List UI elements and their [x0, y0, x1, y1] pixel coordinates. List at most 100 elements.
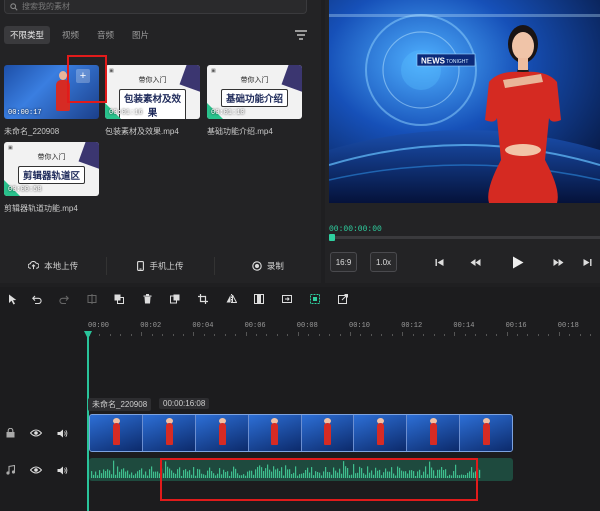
video-clip[interactable] — [89, 414, 513, 452]
green-screen-button[interactable] — [309, 293, 321, 305]
playback-progress[interactable] — [329, 234, 600, 241]
crop-button[interactable] — [197, 293, 209, 305]
filmstrip-button[interactable] — [253, 293, 265, 305]
rewind-button[interactable] — [468, 252, 482, 272]
copy-icon — [114, 294, 124, 304]
progress-handle[interactable] — [329, 234, 335, 241]
media-duration: 00:00:17 — [8, 109, 42, 117]
tab-video[interactable]: 视频 — [56, 26, 85, 44]
media-thumbnail[interactable]: ▣ 带你入门 剪辑器轨道区 00:00:58 — [4, 142, 99, 196]
waveform-bar — [121, 469, 123, 478]
ruler-tick — [391, 334, 393, 336]
export-clip-button[interactable] — [337, 293, 349, 305]
local-upload-button[interactable]: 本地上传 — [0, 256, 108, 275]
music-note-icon — [4, 464, 16, 476]
ruler-tick — [475, 334, 477, 336]
tab-all-types[interactable]: 不限类型 — [4, 26, 51, 44]
news-brand-text: NEWS — [421, 57, 446, 66]
green-screen-icon — [310, 294, 320, 304]
freeze-frame-button[interactable] — [169, 293, 181, 305]
delete-button[interactable] — [141, 293, 153, 305]
ruler-tick — [162, 334, 164, 336]
search-box[interactable] — [4, 0, 307, 14]
ruler-tick — [517, 334, 519, 336]
media-card[interactable]: ▣ 带你入门 剪辑器轨道区 00:00:58 剪辑器轨道功能.mp4 — [4, 142, 99, 214]
fast-forward-button[interactable] — [551, 252, 565, 272]
clip-name-label: 未命名_220908 — [88, 398, 152, 411]
waveform-bar — [153, 471, 155, 478]
select-tool-button[interactable] — [4, 293, 20, 305]
waveform-bar — [97, 475, 99, 478]
volume-icon[interactable] — [56, 464, 68, 476]
media-name: 未命名_220908 — [4, 127, 60, 136]
skip-to-end-button[interactable] — [580, 252, 594, 272]
skip-to-start-button[interactable] — [432, 252, 446, 272]
media-duration: 00:01:16 — [109, 109, 143, 117]
export-frame-button[interactable] — [281, 293, 293, 305]
media-thumbnail[interactable]: ▣ 带你入门 基础功能介绍 00:01:10 — [207, 65, 302, 119]
tab-audio[interactable]: 音频 — [91, 26, 120, 44]
waveform-bar — [139, 469, 141, 478]
video-preview[interactable]: NEWS TONIGHT — [329, 0, 600, 203]
split-button[interactable] — [86, 293, 98, 305]
waveform-bar — [149, 469, 151, 478]
ruler-tick-label: 00:06 — [244, 322, 266, 330]
waveform-bar — [95, 471, 97, 478]
record-button[interactable]: 录制 — [215, 257, 321, 275]
volume-icon[interactable] — [56, 427, 68, 439]
media-card[interactable]: ▣ 带你入门 包装素材及效果 00:01:16 包装素材及效果.mp4 — [105, 65, 200, 137]
aspect-ratio-button[interactable]: 16:9 — [330, 252, 357, 272]
play-icon — [513, 256, 524, 268]
redo-button[interactable] — [58, 293, 70, 305]
media-card[interactable]: ▣ 带你入门 基础功能介绍 00:01:10 基础功能介绍.mp4 — [207, 65, 302, 137]
copy-button[interactable] — [113, 293, 125, 305]
ruler-tick — [297, 332, 299, 336]
ruler-tick — [579, 334, 581, 336]
highlight-box-audio — [160, 458, 478, 501]
ruler-tick-label: 00:04 — [192, 322, 214, 330]
waveform-bar — [105, 471, 107, 478]
mirror-button[interactable] — [225, 293, 237, 305]
playback-speed-button[interactable]: 1.0x — [370, 252, 397, 272]
ruler-tick-label: 00:16 — [505, 322, 527, 330]
upload-bar: 本地上传 手机上传 录制 — [0, 248, 321, 283]
waveform-bar — [113, 460, 115, 478]
ruler-tick — [537, 334, 539, 336]
clip-frame — [142, 415, 196, 451]
phone-upload-button[interactable]: 手机上传 — [107, 256, 215, 275]
logo-icon: ▣ — [8, 145, 13, 151]
waveform-bar — [157, 471, 159, 478]
ruler-tick — [433, 334, 435, 336]
mirror-icon — [226, 294, 237, 304]
eye-icon[interactable] — [30, 427, 42, 439]
ruler-tick — [370, 334, 372, 336]
ruler-tick — [381, 334, 383, 336]
ruler-tick — [454, 332, 456, 336]
ruler-tick — [276, 334, 278, 336]
cursor-icon — [8, 294, 16, 304]
play-button[interactable] — [510, 252, 526, 272]
media-duration: 00:01:10 — [211, 109, 245, 117]
ruler-tick — [527, 334, 529, 336]
thumb-caption: 带你入门 — [138, 77, 167, 84]
ruler-tick — [339, 334, 341, 336]
media-name: 剪辑器轨道功能.mp4 — [4, 204, 78, 213]
thumb-caption: 带你入门 — [37, 154, 66, 161]
tab-image[interactable]: 图片 — [126, 26, 155, 44]
video-track-controls — [4, 427, 68, 439]
ruler-tick-label: 00:08 — [296, 322, 318, 330]
eye-icon[interactable] — [30, 464, 42, 476]
waveform-bar — [479, 469, 481, 478]
ruler-tick — [329, 334, 331, 336]
ruler-tick — [214, 334, 216, 336]
record-icon — [252, 260, 262, 271]
media-thumbnail[interactable]: ▣ 带你入门 包装素材及效果 00:01:16 — [105, 65, 200, 119]
waveform-bar — [151, 466, 153, 478]
undo-button[interactable] — [31, 293, 43, 305]
lock-icon[interactable] — [4, 427, 16, 439]
time-ruler[interactable]: 00:00 00:02 00:04 00:06 00:08 00:10 00:12 00:14… — [88, 322, 600, 336]
filter-icon[interactable] — [295, 30, 307, 40]
search-input[interactable] — [22, 2, 282, 11]
waveform-bar — [99, 470, 101, 478]
crop-icon — [198, 294, 208, 304]
